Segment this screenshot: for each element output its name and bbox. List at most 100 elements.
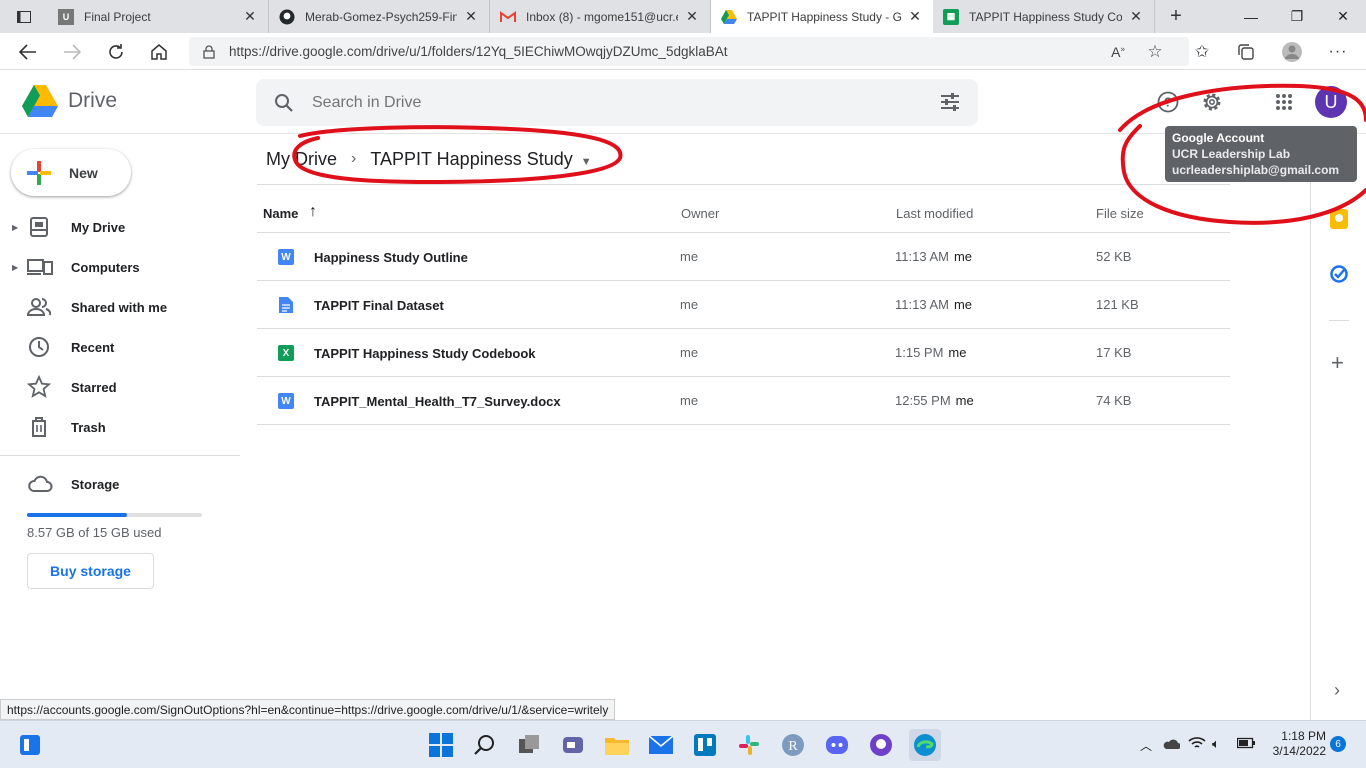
mail-icon[interactable] bbox=[645, 729, 677, 761]
cloud-icon bbox=[27, 472, 53, 496]
profile-icon[interactable] bbox=[1274, 33, 1310, 70]
notification-badge[interactable]: 6 bbox=[1330, 736, 1346, 752]
sidebar-item-storage[interactable]: Storage bbox=[0, 464, 240, 504]
trello-icon[interactable] bbox=[689, 729, 721, 761]
task-view-icon[interactable] bbox=[513, 729, 545, 761]
sheets-favicon: ▦ bbox=[943, 8, 959, 25]
close-tab-icon[interactable]: ✕ bbox=[1128, 8, 1144, 25]
table-row[interactable]: TAPPIT Final Dataset me 11:13 AM me 121 K… bbox=[257, 281, 1230, 329]
my-drive-icon bbox=[27, 215, 51, 239]
drive-favicon bbox=[721, 9, 737, 25]
svg-text:?: ? bbox=[1164, 95, 1172, 110]
lock-icon[interactable] bbox=[189, 44, 229, 59]
table-row[interactable]: W TAPPIT_Mental_Health_T7_Survey.docx me… bbox=[257, 377, 1230, 425]
windows-taskbar: R ︿ 🔈︎ 1:18 PM 3/14/2022 6 bbox=[0, 720, 1366, 768]
storage-bar-fill bbox=[27, 513, 127, 517]
gmail-favicon bbox=[500, 9, 516, 25]
sidebar-item-computers[interactable]: ▶ Computers bbox=[0, 247, 240, 287]
tasks-icon[interactable] bbox=[1330, 265, 1348, 283]
r-app-icon[interactable]: R bbox=[777, 729, 809, 761]
minimize-icon[interactable]: — bbox=[1228, 0, 1274, 33]
breadcrumb-my-drive[interactable]: My Drive bbox=[266, 149, 337, 170]
url-field[interactable]: https://drive.google.com/drive/u/1/folde… bbox=[189, 37, 1189, 66]
sidebar-item-trash[interactable]: Trash bbox=[0, 407, 240, 447]
column-owner[interactable]: Owner bbox=[681, 206, 719, 221]
column-last-modified[interactable]: Last modified bbox=[896, 206, 973, 221]
add-favorite-icon[interactable]: ☆ bbox=[1137, 33, 1173, 70]
wifi-icon[interactable] bbox=[1188, 736, 1206, 750]
onedrive-icon[interactable] bbox=[1162, 738, 1180, 750]
expand-arrow-icon[interactable]: ▶ bbox=[12, 223, 18, 232]
maximize-icon[interactable]: ❐ bbox=[1274, 0, 1320, 33]
read-aloud-icon[interactable]: A» bbox=[1100, 33, 1136, 70]
chevron-up-icon[interactable]: ︿ bbox=[1140, 737, 1152, 754]
close-tab-icon[interactable]: ✕ bbox=[242, 8, 258, 25]
apps-grid-icon[interactable] bbox=[1264, 82, 1304, 122]
sort-arrow-up-icon[interactable]: ↑ bbox=[309, 203, 317, 221]
github-desktop-icon[interactable] bbox=[865, 729, 897, 761]
edge-icon[interactable] bbox=[909, 729, 941, 761]
search-icon[interactable] bbox=[256, 93, 312, 113]
close-tab-icon[interactable]: ✕ bbox=[907, 8, 923, 25]
clock[interactable]: 1:18 PM 3/14/2022 bbox=[1262, 729, 1326, 759]
battery-icon[interactable] bbox=[1237, 737, 1255, 749]
column-name[interactable]: Name bbox=[263, 206, 298, 221]
search-options-icon[interactable] bbox=[940, 93, 960, 111]
breadcrumb-current-folder[interactable]: TAPPIT Happiness Study ▼ bbox=[370, 149, 591, 170]
close-window-icon[interactable]: ✕ bbox=[1320, 0, 1366, 33]
search-bar[interactable] bbox=[256, 79, 978, 126]
browser-tab[interactable]: Inbox (8) - mgome151@ucr.e ✕ bbox=[490, 0, 711, 33]
new-button[interactable]: New bbox=[11, 149, 131, 196]
favorites-icon[interactable]: ✩ bbox=[1184, 33, 1220, 70]
browser-tab[interactable]: ▦ TAPPIT Happiness Study Cod ✕ bbox=[933, 0, 1155, 33]
chevron-right-icon[interactable]: › bbox=[1334, 680, 1340, 701]
file-explorer-icon[interactable] bbox=[601, 729, 633, 761]
side-panel: + › bbox=[1310, 135, 1366, 720]
table-row[interactable]: W Happiness Study Outline me 11:13 AM me … bbox=[257, 233, 1230, 281]
close-tab-icon[interactable]: ✕ bbox=[463, 8, 479, 25]
search-input[interactable] bbox=[312, 93, 912, 112]
browser-tab[interactable]: Merab-Gomez-Psych259-Fina ✕ bbox=[269, 0, 490, 33]
forward-icon[interactable] bbox=[54, 33, 90, 70]
slack-icon[interactable] bbox=[733, 729, 765, 761]
drive-header: Drive ? U bbox=[0, 71, 1366, 134]
drive-logo[interactable]: Drive bbox=[22, 85, 117, 117]
new-tab-icon[interactable]: + bbox=[1155, 0, 1197, 33]
github-favicon bbox=[279, 9, 295, 25]
settings-icon[interactable] bbox=[1192, 82, 1232, 122]
sidebar-item-starred[interactable]: Starred bbox=[0, 367, 240, 407]
star-icon bbox=[27, 375, 51, 399]
word-file-icon: W bbox=[278, 393, 294, 409]
sidebar-item-shared-with-me[interactable]: Shared with me bbox=[0, 287, 240, 327]
teams-chat-icon[interactable] bbox=[557, 729, 589, 761]
widgets-icon[interactable] bbox=[14, 729, 46, 761]
back-icon[interactable] bbox=[10, 33, 46, 70]
tab-actions-icon[interactable] bbox=[0, 0, 48, 33]
collections-icon[interactable] bbox=[1228, 33, 1264, 70]
browser-tab[interactable]: U Final Project ✕ bbox=[48, 0, 269, 33]
account-avatar[interactable]: U bbox=[1315, 86, 1347, 118]
main-content: My Drive › TAPPIT Happiness Study ▼ Name … bbox=[257, 135, 1310, 720]
volume-icon[interactable]: 🔈︎ bbox=[1212, 736, 1220, 752]
clock-icon bbox=[27, 335, 51, 359]
add-addon-icon[interactable]: + bbox=[1331, 352, 1344, 374]
more-options-icon[interactable]: ··· bbox=[1320, 33, 1356, 70]
browser-tab-active[interactable]: TAPPIT Happiness Study - Go ✕ bbox=[711, 0, 933, 33]
discord-icon[interactable] bbox=[821, 729, 853, 761]
sidebar-item-recent[interactable]: Recent bbox=[0, 327, 240, 367]
sidebar-item-my-drive[interactable]: ▶ My Drive bbox=[0, 207, 240, 247]
close-tab-icon[interactable]: ✕ bbox=[684, 8, 700, 25]
windows-start-icon[interactable] bbox=[425, 729, 457, 761]
keep-icon[interactable] bbox=[1330, 209, 1348, 229]
expand-arrow-icon[interactable]: ▶ bbox=[12, 263, 18, 272]
table-row[interactable]: X TAPPIT Happiness Study Codebook me 1:1… bbox=[257, 329, 1230, 377]
storage-used-text: 8.57 GB of 15 GB used bbox=[27, 525, 162, 540]
search-taskbar-icon[interactable] bbox=[469, 729, 501, 761]
support-icon[interactable]: ? bbox=[1148, 82, 1188, 122]
buy-storage-button[interactable]: Buy storage bbox=[27, 553, 154, 589]
svg-text:R: R bbox=[788, 739, 798, 754]
column-file-size[interactable]: File size bbox=[1096, 206, 1144, 221]
home-icon[interactable] bbox=[141, 33, 177, 70]
refresh-icon[interactable] bbox=[98, 33, 134, 70]
drive-logo-icon bbox=[22, 85, 58, 117]
